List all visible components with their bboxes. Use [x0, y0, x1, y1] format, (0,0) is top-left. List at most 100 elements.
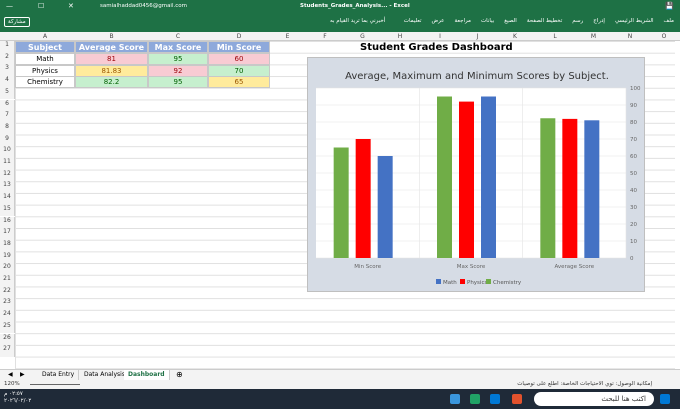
title-bar: — ☐ ✕ samialhaddad0456@gmail.com Student…: [0, 0, 680, 14]
clock-date: ٢٠٢٦/٠٢/٠٢: [4, 398, 32, 404]
row-header[interactable]: 14: [0, 193, 15, 205]
row-header[interactable]: 23: [0, 298, 15, 311]
column-header[interactable]: L: [535, 33, 575, 40]
user-account[interactable]: samialhaddad0456@gmail.com: [100, 3, 187, 9]
column-header[interactable]: M: [575, 33, 612, 40]
column-header[interactable]: C: [148, 33, 208, 40]
row-header[interactable]: 19: [0, 251, 15, 264]
row-header[interactable]: 22: [0, 286, 15, 299]
ribbon-tab[interactable]: ملف: [664, 18, 674, 24]
table-cell[interactable]: 65: [208, 76, 270, 89]
row-header[interactable]: 20: [0, 263, 15, 275]
status-bar: 120% إمكانية الوصول: توي الاحتياجات الخا…: [0, 380, 680, 389]
windows-start-icon[interactable]: [660, 394, 670, 404]
table-cell[interactable]: 95: [148, 76, 208, 89]
column-header[interactable]: I: [420, 33, 460, 40]
save-icon[interactable]: 💾: [665, 2, 674, 10]
table-cell[interactable]: 81.83: [75, 64, 148, 77]
row-header[interactable]: 13: [0, 181, 15, 194]
file-name: Students_Grades_Analysis... - Excel: [300, 3, 410, 9]
row-header[interactable]: 2: [0, 52, 15, 65]
table-header[interactable]: Subject: [15, 41, 75, 53]
row-header[interactable]: 5: [0, 87, 15, 100]
legend-swatch: [460, 279, 465, 284]
table-cell[interactable]: Physics: [15, 64, 75, 77]
maximize-button[interactable]: ☐: [38, 2, 44, 10]
column-header[interactable]: K: [495, 33, 535, 40]
column-header[interactable]: O: [648, 33, 680, 40]
row-header[interactable]: 7: [0, 111, 15, 123]
ribbon-tab[interactable]: الشريط الرئيسي: [615, 18, 654, 24]
table-header[interactable]: Max Score: [148, 41, 208, 53]
column-header[interactable]: B: [75, 33, 148, 40]
ribbon-tab[interactable]: مراجعة: [454, 18, 471, 24]
row-header[interactable]: 9: [0, 134, 15, 147]
row-header[interactable]: 10: [0, 146, 15, 158]
file-explorer-icon[interactable]: [450, 394, 460, 404]
ribbon-tab[interactable]: عرض: [432, 18, 445, 24]
table-cell[interactable]: Chemistry: [15, 76, 75, 89]
row-header[interactable]: 4: [0, 76, 15, 88]
column-header[interactable]: E: [270, 33, 305, 40]
minimize-button[interactable]: —: [6, 2, 13, 10]
column-header[interactable]: A: [15, 33, 75, 40]
row-header[interactable]: 25: [0, 321, 15, 334]
next-sheet-icon[interactable]: ▶: [20, 371, 25, 378]
ribbon-tab[interactable]: رسم: [572, 18, 583, 24]
share-button[interactable]: مشاركة: [4, 17, 30, 27]
edge-icon[interactable]: [490, 394, 500, 404]
row-header[interactable]: 26: [0, 333, 15, 346]
sheet-tab[interactable]: Data Analysis: [80, 370, 130, 380]
excel-icon[interactable]: [470, 394, 480, 404]
chrome-icon[interactable]: [512, 394, 522, 404]
prev-sheet-icon[interactable]: ◀: [8, 371, 13, 378]
zoom-slider[interactable]: [30, 384, 80, 385]
table-cell[interactable]: 70: [208, 64, 270, 77]
row-header[interactable]: 15: [0, 204, 15, 217]
row-header[interactable]: 17: [0, 228, 15, 240]
table-cell[interactable]: 95: [148, 53, 208, 65]
ribbon-tab[interactable]: الصيغ: [504, 18, 517, 24]
row-header[interactable]: 1: [0, 41, 15, 53]
table-cell[interactable]: 92: [148, 64, 208, 77]
column-header[interactable]: N: [612, 33, 648, 40]
table-header[interactable]: Min Score: [208, 41, 270, 53]
y-tick-label: 60: [630, 154, 637, 160]
table-cell[interactable]: 60: [208, 53, 270, 65]
x-tick-label: Average Score: [554, 264, 594, 270]
sheet-tab[interactable]: Dashboard: [124, 370, 170, 380]
table-cell[interactable]: Math: [15, 53, 75, 65]
sheet-tab[interactable]: Data Entry: [38, 370, 80, 380]
row-header[interactable]: 18: [0, 239, 15, 252]
scores-chart[interactable]: Average, Maximum and Minimum Scores by S…: [307, 57, 645, 292]
accessibility-status[interactable]: إمكانية الوصول: توي الاحتياجات الخاصة: ا…: [517, 381, 652, 387]
row-header[interactable]: 16: [0, 216, 15, 229]
table-cell[interactable]: 82.2: [75, 76, 148, 89]
row-header[interactable]: 24: [0, 310, 15, 322]
row-header[interactable]: 3: [0, 64, 15, 77]
row-header[interactable]: 6: [0, 99, 15, 112]
column-header[interactable]: D: [208, 33, 270, 40]
add-sheet-icon[interactable]: ⊕: [176, 370, 183, 379]
column-header[interactable]: J: [460, 33, 495, 40]
close-button[interactable]: ✕: [68, 2, 74, 10]
taskbar-search[interactable]: اكتب هنا للبحث: [534, 392, 654, 406]
zoom-level[interactable]: 120%: [4, 381, 20, 387]
column-header[interactable]: F: [305, 33, 345, 40]
row-header[interactable]: 12: [0, 169, 15, 182]
row-header[interactable]: 11: [0, 158, 15, 170]
row-header[interactable]: 21: [0, 275, 15, 287]
column-header[interactable]: H: [380, 33, 420, 40]
column-header[interactable]: G: [345, 33, 380, 40]
table-cell[interactable]: 81: [75, 53, 148, 65]
ribbon-tab[interactable]: إدراج: [593, 18, 605, 24]
bar: [481, 96, 496, 258]
row-header[interactable]: 8: [0, 122, 15, 135]
table-header[interactable]: Average Score: [75, 41, 148, 53]
ribbon-tab[interactable]: تخطيط الصفحة: [527, 18, 562, 24]
y-tick-label: 90: [630, 103, 637, 109]
ribbon-tab[interactable]: تعليمات: [404, 18, 422, 24]
tell-me-box[interactable]: أخبرني بما تريد القيام به: [330, 18, 385, 24]
ribbon-tab[interactable]: بيانات: [481, 18, 494, 24]
row-header[interactable]: 27: [0, 345, 15, 357]
